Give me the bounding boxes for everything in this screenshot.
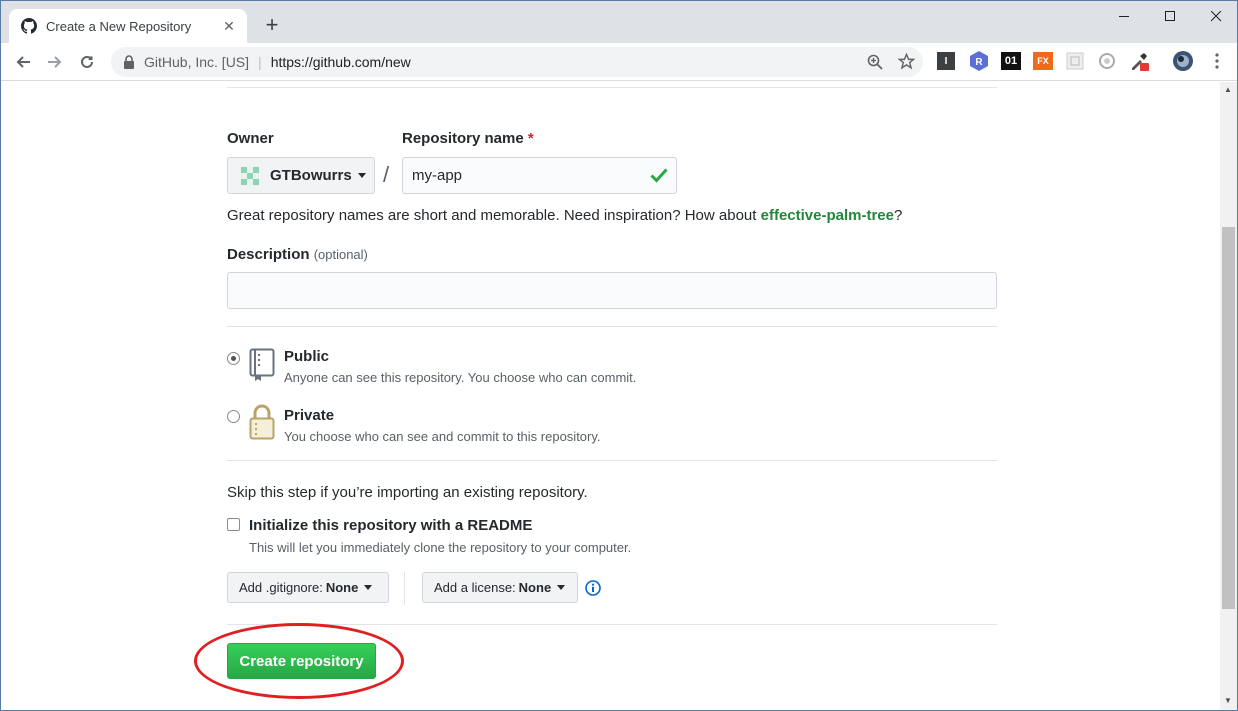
chevron-down-icon <box>357 173 366 178</box>
divider <box>227 460 997 461</box>
lock-icon <box>249 404 275 440</box>
eyedropper-extension-icon[interactable] <box>1129 51 1149 71</box>
extension-icon-6[interactable] <box>1097 51 1117 71</box>
site-identity: GitHub, Inc. [US] <box>144 54 250 70</box>
readme-checkbox[interactable] <box>227 518 240 531</box>
repo-name-label: Repository name * <box>402 130 534 147</box>
address-bar[interactable]: GitHub, Inc. [US] | https://github.com/n… <box>111 47 923 77</box>
private-radio[interactable] <box>227 410 240 423</box>
divider <box>404 572 405 605</box>
repo-book-icon <box>249 348 275 381</box>
license-select[interactable]: Add a license: None <box>422 572 578 603</box>
tab-close-icon[interactable]: ✕ <box>221 18 237 35</box>
private-description: You choose who can see and commit to thi… <box>284 429 601 444</box>
bookmark-star-icon[interactable] <box>898 53 915 70</box>
required-mark: * <box>527 130 534 147</box>
scrollbar-thumb[interactable] <box>1222 227 1235 609</box>
description-label: Description (optional) <box>227 246 368 263</box>
private-title: Private <box>284 407 335 424</box>
owner-name: GTBowurrs <box>270 167 352 184</box>
owner-repo-separator: / <box>383 162 390 187</box>
chevron-down-icon <box>364 585 373 590</box>
tab-title: Create a New Repository <box>46 18 192 34</box>
skip-import-note: Skip this step if you’re importing an ex… <box>227 484 588 501</box>
divider <box>227 326 997 327</box>
repo-name-input[interactable]: my-app <box>402 157 677 194</box>
chevron-down-icon <box>557 585 566 590</box>
extension-icon-1[interactable]: I <box>937 52 955 70</box>
profile-avatar[interactable] <box>1173 51 1193 71</box>
public-title: Public <box>284 348 330 365</box>
scroll-up-icon[interactable]: ▲ <box>1224 85 1232 94</box>
readme-title: Initialize this repository with a README <box>249 517 533 534</box>
page-viewport: Owner Repository name * GTBowurrs / my-a… <box>1 82 1221 710</box>
github-icon <box>21 18 37 34</box>
forward-arrow-icon[interactable] <box>39 46 71 78</box>
optional-tag: (optional) <box>313 247 368 262</box>
repo-name-value: my-app <box>412 167 463 184</box>
annotation-circle <box>194 623 404 699</box>
public-radio[interactable] <box>227 352 240 365</box>
svg-text:R: R <box>975 57 983 68</box>
minimize-icon[interactable] <box>1101 1 1147 31</box>
readme-description: This will let you immediately clone the … <box>249 540 632 555</box>
owner-avatar <box>240 165 260 186</box>
zoom-icon[interactable] <box>867 54 883 70</box>
reload-icon[interactable] <box>71 46 103 78</box>
repo-name-hint: Great repository names are short and mem… <box>227 207 903 224</box>
public-description: Anyone can see this repository. You choo… <box>284 370 637 385</box>
close-window-icon[interactable] <box>1193 1 1237 31</box>
maximize-icon[interactable] <box>1147 1 1193 31</box>
page-scrollbar[interactable]: ▲ ▼ <box>1220 82 1237 710</box>
name-suggestion[interactable]: effective-palm-tree <box>761 207 894 224</box>
owner-label: Owner <box>227 130 274 147</box>
gitignore-select[interactable]: Add .gitignore: None <box>227 572 389 603</box>
info-icon[interactable] <box>585 580 601 596</box>
url-text: https://github.com/new <box>270 54 411 70</box>
extension-icon-3[interactable]: 01 <box>1001 52 1021 70</box>
tab-active[interactable]: Create a New Repository ✕ <box>9 9 247 43</box>
valid-check-icon <box>650 168 668 183</box>
divider <box>227 87 997 88</box>
scroll-down-icon[interactable]: ▼ <box>1224 696 1232 705</box>
description-input[interactable] <box>227 272 997 309</box>
new-tab-icon[interactable]: + <box>259 13 285 39</box>
extension-icon-2[interactable]: R <box>969 51 989 71</box>
back-arrow-icon[interactable] <box>7 46 39 78</box>
extension-icon-4[interactable]: FX <box>1033 52 1053 70</box>
extension-icon-5[interactable] <box>1065 51 1085 71</box>
divider <box>227 624 997 625</box>
browser-window: Create a New Repository ✕ + GitHub, Inc.… <box>0 0 1238 711</box>
browser-menu-icon[interactable] <box>1207 51 1227 71</box>
owner-select[interactable]: GTBowurrs <box>227 157 375 194</box>
lock-icon <box>124 55 134 69</box>
tab-strip: Create a New Repository ✕ + <box>1 1 1237 43</box>
